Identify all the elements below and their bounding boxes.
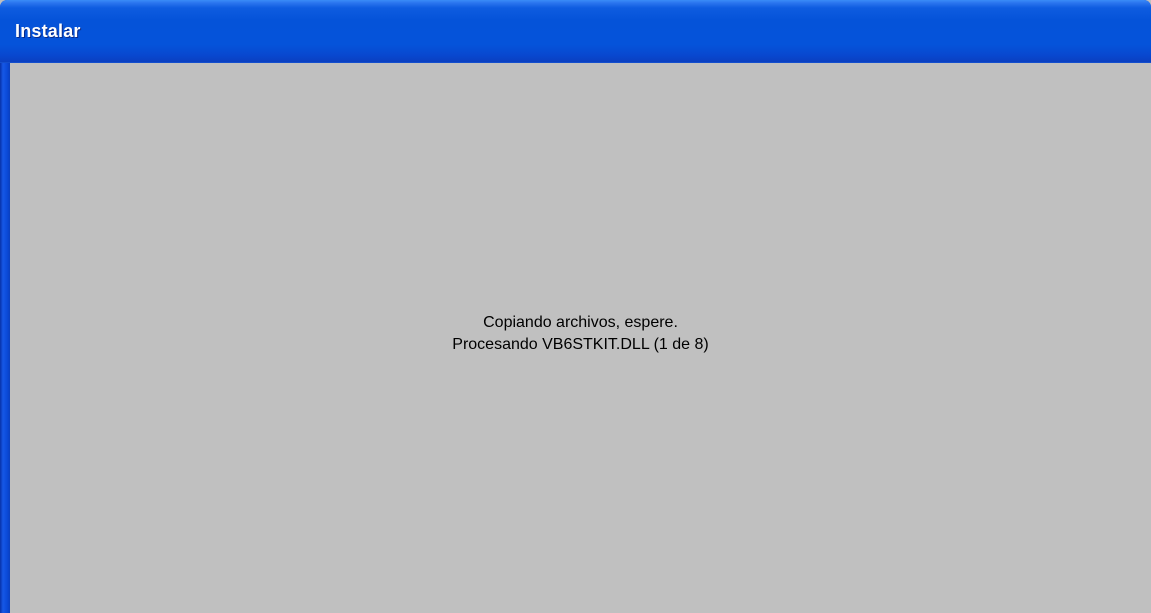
title-bar[interactable]: Instalar <box>0 0 1151 63</box>
window-left-frame <box>0 63 10 613</box>
status-line-copying: Copiando archivos, espere. <box>483 314 678 331</box>
status-line-processing: Procesando VB6STKIT.DLL (1 de 8) <box>452 336 709 353</box>
status-message: Copiando archivos, espere. Procesando VB… <box>10 312 1151 356</box>
window-title: Instalar <box>15 21 81 41</box>
installer-window: Instalar Copiando archivos, espere. Proc… <box>0 0 1151 613</box>
